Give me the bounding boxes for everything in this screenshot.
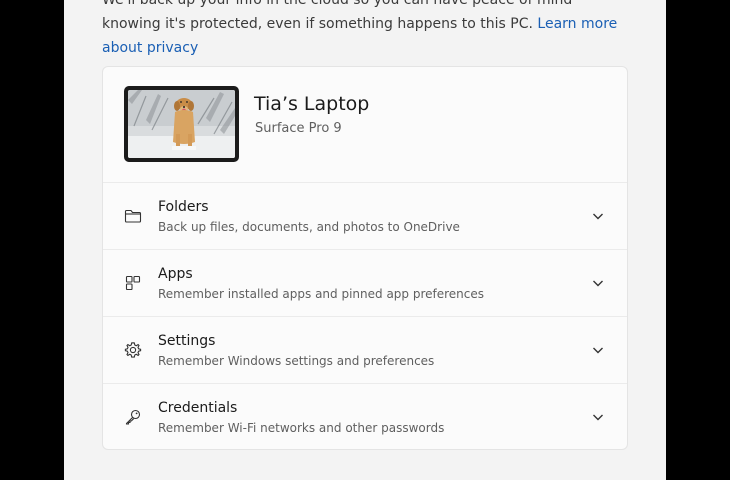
dog-in-snow-image (128, 90, 235, 158)
chevron-down-icon[interactable] (591, 410, 605, 424)
section-subtitle: Remember Wi-Fi networks and other passwo… (158, 421, 445, 435)
intro-description: We'll back up your info in the cloud so … (102, 0, 573, 32)
section-title: Credentials (158, 400, 238, 416)
section-subtitle: Back up files, documents, and photos to … (158, 220, 460, 234)
backup-card: Tia’s Laptop Surface Pro 9 Folders Back … (102, 66, 628, 450)
section-subtitle: Remember installed apps and pinned app p… (158, 287, 485, 301)
apps-icon (124, 274, 142, 292)
section-title: Folders (158, 199, 209, 215)
device-thumbnail (124, 86, 239, 162)
folder-icon (124, 207, 142, 225)
chevron-down-icon[interactable] (591, 276, 605, 290)
chevron-down-icon[interactable] (591, 343, 605, 357)
device-model: Surface Pro 9 (255, 121, 342, 136)
section-subtitle: Remember Windows settings and preference… (158, 354, 435, 368)
section-title: Settings (158, 333, 216, 349)
device-header: Tia’s Laptop Surface Pro 9 (103, 67, 627, 183)
backup-panel: We'll back up your info in the cloud so … (64, 0, 666, 480)
section-title: Apps (158, 266, 193, 282)
chevron-down-icon[interactable] (591, 209, 605, 223)
intro-text: We'll back up your info in the cloud so … (102, 0, 622, 60)
key-icon (124, 408, 142, 426)
device-name: Tia’s Laptop (254, 93, 370, 115)
section-settings[interactable]: Settings Remember Windows settings and p… (103, 317, 627, 384)
section-folders[interactable]: Folders Back up files, documents, and ph… (103, 183, 627, 250)
gear-icon (124, 341, 142, 359)
section-apps[interactable]: Apps Remember installed apps and pinned … (103, 250, 627, 317)
section-credentials[interactable]: Credentials Remember Wi-Fi networks and … (103, 384, 627, 449)
